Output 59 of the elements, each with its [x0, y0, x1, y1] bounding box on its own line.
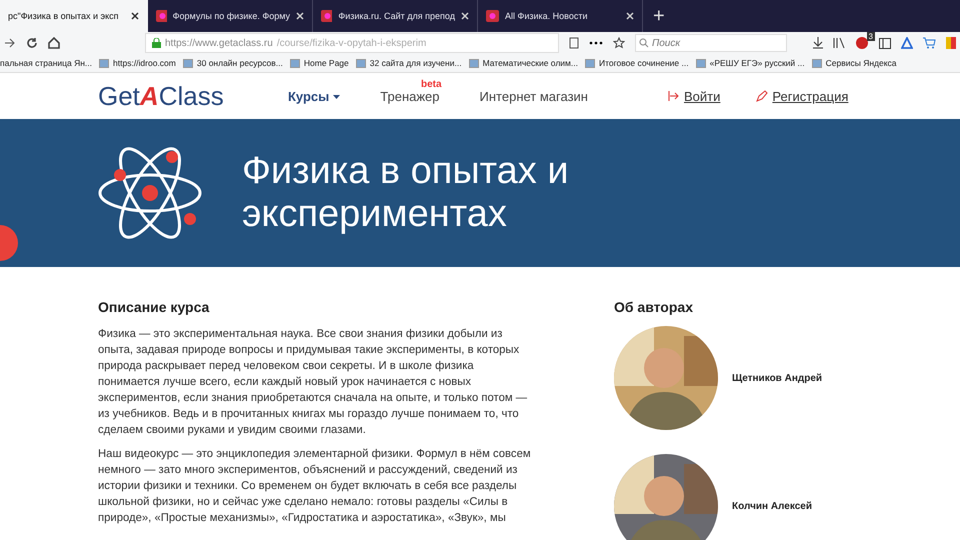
register-link[interactable]: Регистрация: [756, 88, 848, 104]
download-icon[interactable]: [813, 37, 823, 49]
badge: 3: [866, 32, 875, 41]
reload-icon[interactable]: [26, 37, 38, 49]
more-icon[interactable]: [589, 41, 603, 45]
pen-icon: [756, 90, 768, 102]
triangle-icon[interactable]: [901, 37, 913, 49]
tab-title: рс"Физика в опытах и эксп: [8, 11, 120, 21]
login-icon: [668, 90, 680, 102]
close-icon[interactable]: [131, 12, 139, 20]
description-paragraph: Наш видеокурс — это энциклопедия элементарной физики. Формул в нём совсем немного — зато много экспериментов, объяснений и рассуждений, сведений из истории физики и техники. Со временем он будет включать в себя все разделы школьной физики, но и сейчас уже сделано немало: готовы разделы «Силы в природе», «Простые механизмы», «Гидростатика и аэростатика», «Звук», мы: [98, 447, 532, 526]
bookmark-icon: [99, 58, 110, 68]
library-icon[interactable]: [833, 37, 845, 49]
nav-link[interactable]: Курсы: [288, 88, 340, 104]
lock-icon: [152, 38, 161, 48]
author-name[interactable]: Щетников Андрей: [732, 372, 822, 384]
bookmark[interactable]: Home Page: [290, 58, 349, 68]
forward-icon[interactable]: [4, 38, 16, 48]
bookmark[interactable]: 30 онлайн ресурсов...: [182, 58, 283, 68]
section-heading: Описание курса: [98, 299, 210, 315]
bookmark[interactable]: Сервисы Яндекса: [812, 58, 897, 68]
browser-tab[interactable]: рс"Физика в опытах и эксп: [0, 0, 148, 32]
cart-icon[interactable]: [923, 37, 936, 49]
tab-title: All Физика. Новости: [505, 11, 589, 21]
course-title: Физика в опытах и экспериментах: [242, 150, 570, 236]
bookmark[interactable]: https://idroo.com: [99, 58, 176, 68]
favicon-icon: [321, 10, 332, 22]
address-bar[interactable]: https://www.getaclass.ru /course/fizika-v-opytah-i-eksperim: [145, 33, 559, 53]
login-link[interactable]: Войти: [668, 88, 720, 104]
bookmark[interactable]: пальная страница Ян...: [0, 58, 92, 68]
bookmark-icon: [182, 58, 193, 68]
bookmark-icon: [468, 58, 479, 68]
bookmark-icon: [584, 58, 595, 68]
search-field[interactable]: Поиск: [635, 34, 787, 52]
bookmark-icon: [812, 58, 822, 68]
bookmark-icon: [356, 58, 366, 68]
caret-icon: [333, 95, 340, 100]
star-icon[interactable]: [613, 37, 625, 49]
home-icon[interactable]: [48, 37, 60, 49]
sidebar-icon[interactable]: [879, 38, 891, 48]
favicon-icon: [156, 10, 167, 22]
new-tab-button[interactable]: +: [643, 0, 675, 32]
tab-title: Физика.ru. Сайт для препод: [338, 11, 455, 21]
tab-title: Формулы по физике. Форму: [172, 11, 290, 21]
site-logo[interactable]: GetAClass: [98, 80, 288, 112]
bookmark[interactable]: 32 сайта для изучени...: [356, 58, 462, 68]
bookmark[interactable]: Итоговое сочинение ...: [584, 58, 689, 68]
description-paragraph: Физика — это экспериментальная наука. Все свои знания физики добыли из опыта, задавая природе вопросы и придумывая такие эксперименты, в которых природа раскрывает перед человеком свои секреты. И в школе физика понимается лучше всего, если каждый новый урок начинается с новых экспериментов, если знания приобретаются сначала на опыте, и только потом — из учебников. Ведь и в прочитанных книгах мы гораздо лучше понимаем то, что сделаем своими руками и увидим своими глазами.: [98, 327, 528, 438]
bookmark[interactable]: Математические олим...: [468, 58, 578, 68]
author-name[interactable]: Колчин Алексей: [732, 500, 812, 512]
nav-link[interactable]: Интернет магазин: [480, 88, 588, 104]
bookmark-icon: [290, 58, 300, 68]
section-heading: Об авторах: [614, 299, 694, 315]
bookmark-icon: [696, 58, 706, 68]
beta-tag: beta: [420, 78, 442, 90]
reader-icon[interactable]: [569, 37, 579, 49]
favicon-icon: [486, 10, 499, 22]
extension-icon[interactable]: [855, 37, 869, 49]
bookmark[interactable]: «РЕШУ ЕГЭ» русский ...: [696, 58, 805, 68]
